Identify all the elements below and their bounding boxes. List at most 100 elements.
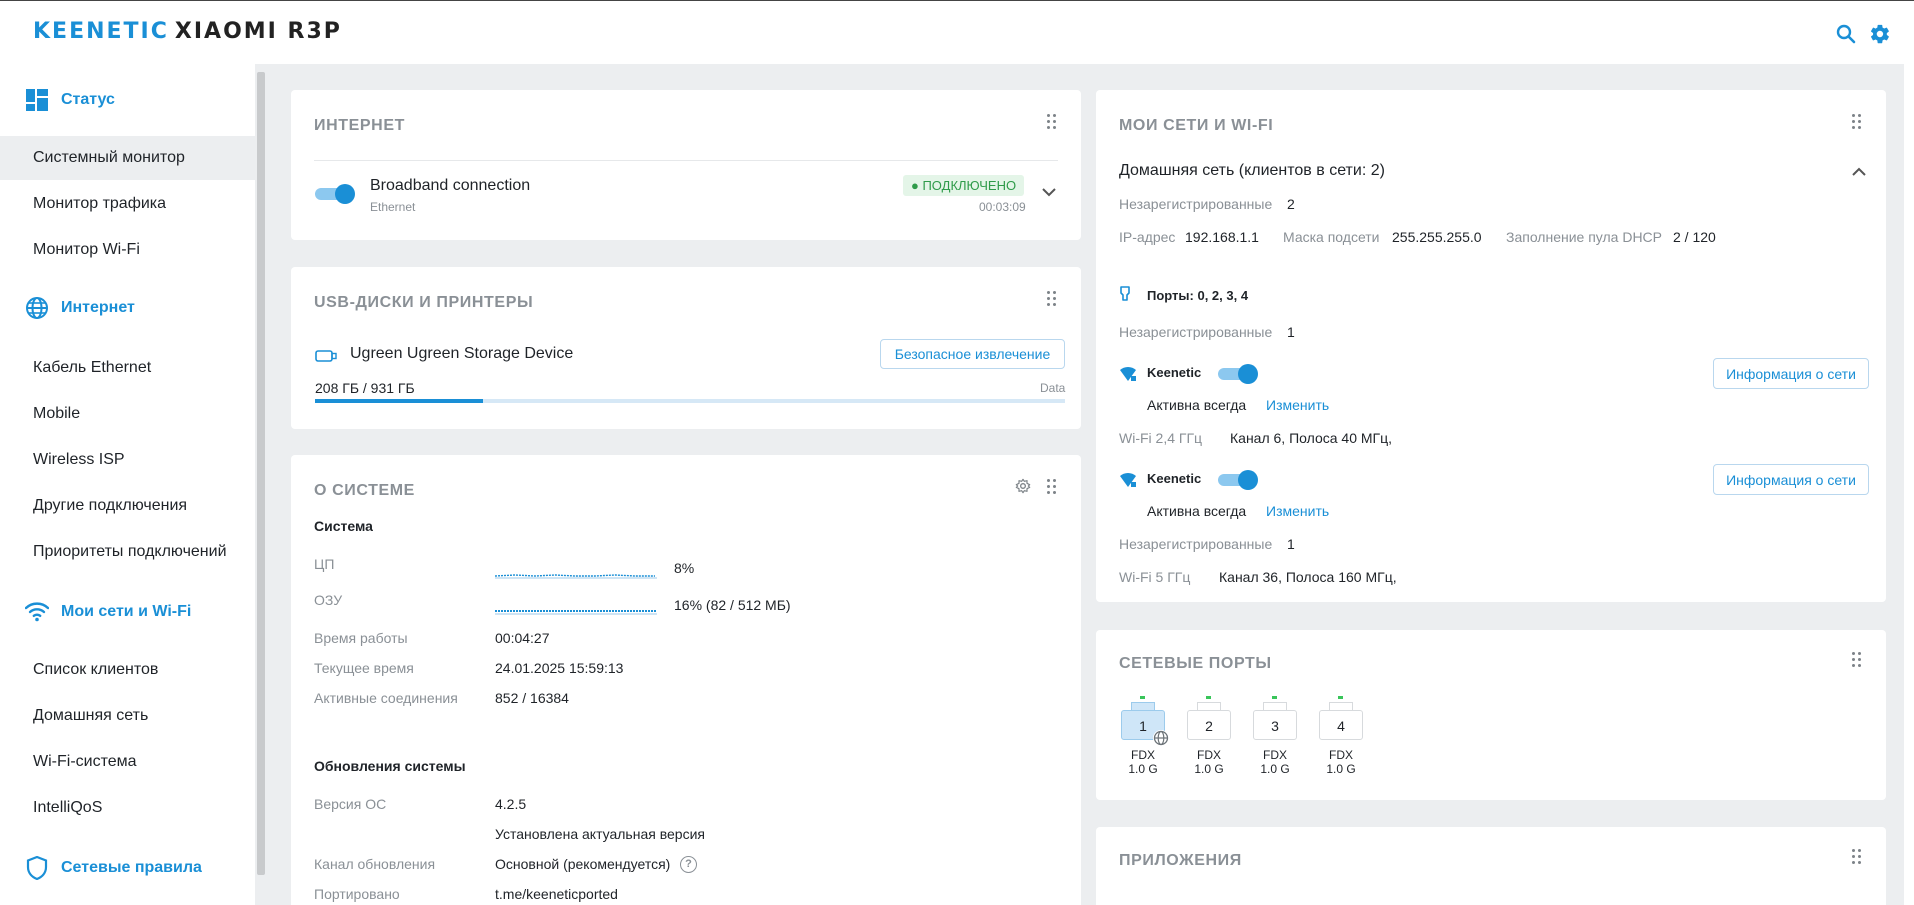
sidebar-item-traffic-monitor[interactable]: Монитор трафика [0,182,255,226]
cpu-label: ЦП [314,556,335,572]
globe-icon [1153,730,1169,746]
drag-handle-icon[interactable] [1047,291,1057,307]
wifi-icon [25,600,49,624]
os-version-label: Версия ОС [314,796,387,812]
sidebar-item-intelliqos[interactable]: IntelliQoS [0,786,255,830]
sidebar-item-wifi-system[interactable]: Wi-Fi-система [0,740,255,784]
dhcp-pool-value: 2 / 120 [1673,229,1716,245]
home-network-title[interactable]: Домашняя сеть (клиентов в сети: 2) [1119,162,1385,180]
sidebar-item-client-list[interactable]: Список клиентов [0,648,255,692]
card-title: МОИ СЕТИ И WI-FI [1119,117,1274,134]
wifi-5-band-value: Канал 36, Полоса 160 МГц, [1219,569,1397,585]
connection-type: Ethernet [370,200,416,214]
wifi-5-info-button[interactable]: Информация о сети [1713,464,1869,495]
wifi-24-band-label: Wi-Fi 2,4 ГГц [1119,430,1203,446]
app-logo[interactable]: KEENETIC XIAOMI R3P [33,19,342,44]
networks-card: МОИ СЕТИ И WI-FI Домашняя сеть (клиентов… [1096,90,1886,602]
wifi-24-change-link[interactable]: Изменить [1266,397,1329,413]
drag-handle-icon[interactable] [1852,652,1862,668]
sidebar-item-other-connections[interactable]: Другие подключения [0,484,255,528]
wifi-signal-icon [1119,366,1137,387]
internet-connection-toggle[interactable] [315,184,355,204]
usb-drive-icon [315,349,337,367]
ports-unregistered-value: 1 [1287,324,1295,340]
drag-handle-icon[interactable] [1852,114,1862,130]
sidebar-section-network-rules[interactable]: Сетевые правила [25,856,202,880]
card-title: О СИСТЕМЕ [314,482,415,499]
sidebar-item-ethernet-cable[interactable]: Кабель Ethernet [0,346,255,390]
port-mode: FDX [1329,748,1353,762]
sidebar-item-mobile[interactable]: Mobile [0,392,255,436]
wifi-5-schedule: Активна всегда [1147,503,1247,519]
card-title: СЕТЕВЫЕ ПОРТЫ [1119,655,1272,672]
ethernet-port-icon [1119,286,1131,307]
sidebar-item-system-monitor[interactable]: Системный монитор [0,136,255,180]
connection-uptime: 00:03:09 [979,200,1026,214]
ram-sparkline [495,610,657,615]
globe-icon [25,296,49,320]
port-speed: 1.0 G [1194,762,1224,776]
sidebar-item-home-network[interactable]: Домашняя сеть [0,694,255,738]
subnet-mask-value: 255.255.255.0 [1392,229,1482,245]
uptime-label: Время работы [314,630,408,646]
safe-eject-button[interactable]: Безопасное извлечение [880,339,1065,369]
dhcp-pool-label: Заполнение пула DHCP [1506,229,1663,245]
usb-usage-bar [315,399,1065,403]
port-speed: 1.0 G [1326,762,1356,776]
sidebar-section-internet[interactable]: Интернет [25,296,135,320]
network-ports-card: СЕТЕВЫЕ ПОРТЫ 1 FDX 1.0 G 2 FDX 1.0 G 3 FD… [1096,630,1886,800]
sidebar-scrollbar[interactable] [257,72,265,875]
status-badge: ● ПОДКЛЮЧЕНО [903,175,1025,196]
port-speed: 1.0 G [1260,762,1290,776]
updates-heading: Обновления системы [314,758,466,774]
connection-name: Broadband connection [370,177,531,194]
wifi-5-toggle[interactable] [1218,470,1258,490]
os-update-status: Установлена актуальная версия [495,826,705,842]
unregistered-label: Незарегистрированные [1119,196,1273,212]
ported-label: Портировано [314,886,400,902]
settings-icon[interactable] [1015,478,1031,499]
sidebar-section-status[interactable]: Статус [25,88,115,112]
ip-label: IP-адрес [1119,229,1176,245]
os-version-value: 4.2.5 [495,796,527,812]
subnet-mask-label: Маска подсети [1283,229,1380,245]
internet-card: ИНТЕРНЕТ Broadband connection Ethernet ●… [291,90,1081,240]
active-sessions-label: Активные соединения [314,690,458,706]
dashboard-icon [25,88,49,112]
port-mode: FDX [1197,748,1221,762]
sidebar-section-label: Интернет [61,299,135,316]
search-icon[interactable] [1833,21,1859,47]
wifi-24-toggle[interactable] [1218,364,1258,384]
wifi-24-info-button[interactable]: Информация о сети [1713,358,1869,389]
card-title: ИНТЕРНЕТ [314,117,405,134]
ram-label: ОЗУ [314,592,343,608]
chevron-up-icon[interactable] [1851,164,1867,182]
ported-value: t.me/keeneticported [495,886,618,902]
drag-handle-icon[interactable] [1047,114,1057,130]
uptime-value: 00:04:27 [495,630,550,646]
drag-handle-icon[interactable] [1852,849,1862,865]
drag-handle-icon[interactable] [1047,479,1057,495]
sidebar-item-connection-priorities[interactable]: Приоритеты подключений [0,530,255,574]
page-scrollbar[interactable] [1904,64,1914,905]
lan-ports-label: Порты: 0, 2, 3, 4 [1147,288,1249,303]
usb-usage-fill [315,399,483,403]
brand-name: KEENETIC [33,19,169,44]
sidebar-section-wifi[interactable]: Мои сети и Wi-Fi [25,600,191,624]
help-icon[interactable]: ? [680,856,697,873]
chevron-down-icon[interactable] [1041,184,1059,198]
sidebar-item-wireless-isp[interactable]: Wireless ISP [0,438,255,482]
usb-device-name: Ugreen Ugreen Storage Device [350,345,574,362]
system-heading: Система [314,518,373,534]
shield-icon [25,856,49,880]
wifi-5-change-link[interactable]: Изменить [1266,503,1329,519]
card-title: ПРИЛОЖЕНИЯ [1119,852,1242,869]
wifi-24-ssid: Keenetic [1147,365,1202,380]
update-channel-value[interactable]: Основной (рекомендуется) [495,856,670,872]
gear-icon[interactable] [1867,21,1893,47]
port-speed: 1.0 G [1128,762,1158,776]
wifi-24-schedule: Активна всегда [1147,397,1247,413]
usb-card: USB-ДИСКИ И ПРИНТЕРЫ Ugreen Ugreen Stora… [291,267,1081,429]
sidebar-item-wifi-monitor[interactable]: Монитор Wi-Fi [0,228,255,272]
card-title: USB-ДИСКИ И ПРИНТЕРЫ [314,294,534,311]
